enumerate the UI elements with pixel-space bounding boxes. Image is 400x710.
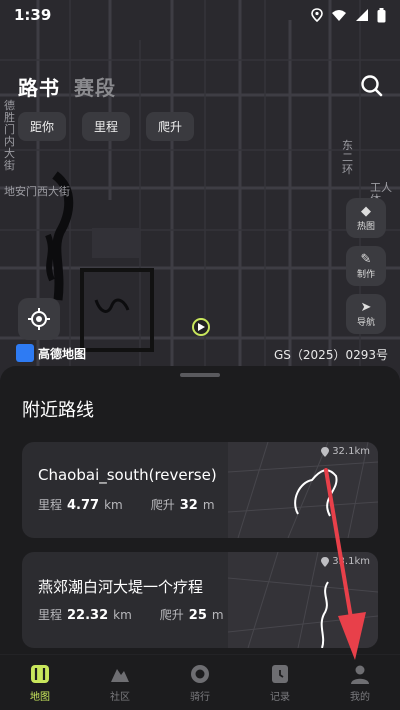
climb-label: 爬升 [159,608,184,622]
play-icon [198,323,205,331]
route-away-value: 32.1km [332,446,370,457]
nav-map[interactable]: 地图 [0,655,80,710]
heatmap-icon: ◆ [361,203,371,219]
tab-segments[interactable]: 赛段 [74,72,116,101]
locate-button[interactable] [18,298,60,340]
nav-community-label: 社区 [110,691,130,703]
bottom-nav: 地图 社区 骑行 记录 我的 [0,654,400,710]
route-marker[interactable] [192,318,210,336]
header-tabs: 路书 赛段 [18,72,116,101]
search-button[interactable] [358,72,386,100]
map-provider-name: 高德地图 [38,346,87,361]
route-name: Chaobai_south(reverse) [38,466,217,484]
navigate-button[interactable]: ➤ 导航 [346,294,386,334]
route-name: 燕郊潮白河大堤一个疗程 [38,578,204,596]
record-icon [272,664,288,683]
map-label-street: 德胜门内大街 [4,99,15,172]
pin-icon [321,556,330,567]
route-card[interactable]: 32.1km Chaobai_south(reverse) 里程 4.77 km… [22,442,378,538]
map-license: GS（2025）0293号 [274,348,388,362]
nav-record-label: 记录 [270,691,290,703]
filter-climb[interactable]: 爬升 [146,112,195,141]
nav-profile[interactable]: 我的 [320,655,400,710]
nav-profile-label: 我的 [350,691,370,703]
create-route-button[interactable]: ✎ 制作 [346,246,386,286]
sheet-title: 附近路线 [22,400,94,421]
crosshair-icon [28,308,50,330]
filter-chips: 距你 里程 爬升 [18,112,195,141]
location-icon [311,8,323,22]
drag-handle[interactable] [180,373,220,377]
nav-ride[interactable]: 骑行 [160,655,240,710]
route-meta: 里程 22.32 km 爬升 25 m [38,606,224,623]
community-icon [111,668,129,682]
route-away: 32.1km [321,446,370,457]
heatmap-label: 热图 [356,221,375,232]
route-card[interactable]: 33.1km 燕郊潮白河大堤一个疗程 里程 22.32 km 爬升 25 m [22,552,378,648]
distance-unit: km [104,498,123,512]
nav-ride-label: 骑行 [190,691,210,703]
nearby-routes-sheet[interactable]: 附近路线 32.1km Chaobai_south(reverse) 里程 4.… [0,366,400,656]
map-tools: ◆ 热图 ✎ 制作 ➤ 导航 [346,198,386,334]
distance-label: 里程 [38,608,63,622]
profile-icon [351,665,369,684]
climb-value: 32 [179,498,198,513]
navigate-icon: ➤ [360,299,372,315]
navigate-label: 导航 [356,317,375,328]
wifi-icon [332,10,346,21]
filter-distance-from-you[interactable]: 距你 [18,112,67,141]
ride-icon [191,664,209,683]
filter-mileage[interactable]: 里程 [82,112,131,141]
heatmap-button[interactable]: ◆ 热图 [346,198,386,238]
climb-unit: m [202,498,215,512]
status-time: 1:39 [14,6,52,24]
search-icon [361,75,383,97]
tab-roadbook[interactable]: 路书 [18,72,60,101]
route-away: 33.1km [321,556,370,567]
distance-value: 22.32 [67,608,109,623]
climb-label: 爬升 [150,498,175,512]
route-meta: 里程 4.77 km 爬升 32 m [38,496,215,513]
climb-value: 25 [188,608,207,623]
map-label-street: 地安门西大街 [4,185,70,198]
create-route-label: 制作 [356,269,375,280]
distance-label: 里程 [38,498,63,512]
distance-value: 4.77 [67,498,100,513]
route-away-value: 33.1km [332,556,370,567]
nav-map-label: 地图 [30,691,50,703]
amap-logo-icon [16,344,34,362]
edit-icon: ✎ [360,251,372,267]
battery-icon [377,7,386,22]
distance-unit: km [113,608,132,622]
map-provider: 高德地图 [16,344,86,362]
pin-icon [321,446,330,457]
status-bar: 1:39 [0,0,400,30]
map-icon [31,664,49,683]
nav-record[interactable]: 记录 [240,655,320,710]
map-label-street: 东二环 [342,139,353,176]
nav-community[interactable]: 社区 [80,655,160,710]
signal-icon [356,9,368,21]
climb-unit: m [211,608,224,622]
